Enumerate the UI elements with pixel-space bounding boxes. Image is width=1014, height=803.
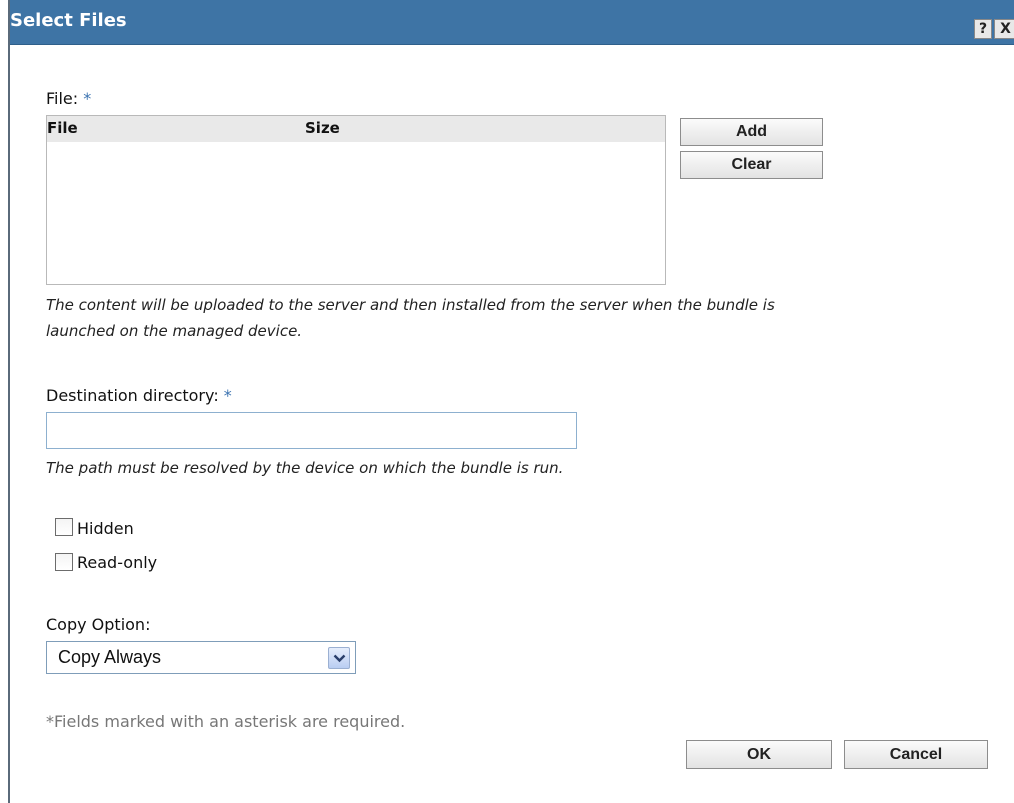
destination-hint: The path must be resolved by the device … — [46, 459, 564, 477]
dialog-titlebar: Select Files ? X — [10, 0, 1014, 45]
file-list-header: File Size — [47, 116, 665, 142]
file-list-table[interactable]: File Size — [46, 115, 666, 285]
copy-option-selected-value: Copy Always — [58, 647, 162, 667]
read-only-checkbox[interactable] — [55, 553, 73, 571]
read-only-checkbox-label[interactable]: Read-only — [77, 553, 157, 572]
hidden-checkbox[interactable] — [55, 518, 73, 536]
dialog-title: Select Files — [10, 10, 127, 31]
destination-label-text: Destination directory: — [46, 386, 219, 405]
column-header-size[interactable]: Size — [305, 119, 340, 137]
required-asterisk: * — [223, 386, 232, 405]
dropdown-arrow-button[interactable] — [328, 647, 350, 669]
file-hint: The content will be uploaded to the serv… — [46, 292, 1006, 344]
file-hint-line-1: The content will be uploaded to the serv… — [46, 296, 775, 314]
file-hint-line-2: launched on the managed device. — [46, 322, 303, 340]
clear-button[interactable]: Clear — [680, 151, 823, 179]
required-asterisk: * — [83, 89, 92, 108]
destination-label: Destination directory: * — [46, 386, 232, 405]
add-button[interactable]: Add — [680, 118, 823, 146]
copy-option-select[interactable]: Copy Always — [46, 641, 356, 674]
help-button[interactable]: ? — [974, 19, 992, 39]
ok-button[interactable]: OK — [686, 740, 832, 769]
column-header-file[interactable]: File — [47, 119, 78, 137]
destination-directory-input[interactable] — [46, 412, 577, 449]
close-button[interactable]: X — [994, 19, 1014, 39]
required-fields-note: *Fields marked with an asterisk are requ… — [46, 712, 406, 731]
select-files-dialog: Select Files ? X File: * File Size Add C… — [8, 0, 1014, 803]
chevron-down-icon — [333, 654, 346, 663]
copy-option-label: Copy Option: — [46, 615, 151, 634]
file-label-text: File: — [46, 89, 79, 108]
cancel-button[interactable]: Cancel — [844, 740, 988, 769]
file-label: File: * — [46, 89, 91, 108]
hidden-checkbox-label[interactable]: Hidden — [77, 519, 134, 538]
